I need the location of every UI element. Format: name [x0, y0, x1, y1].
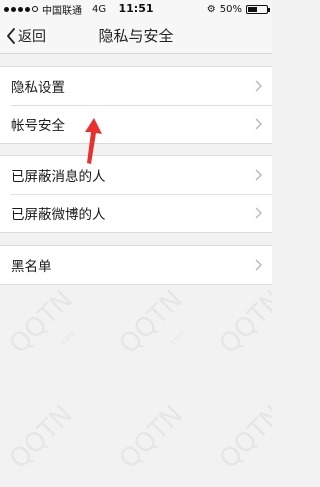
watermark-suffix-2: .com — [167, 328, 187, 348]
watermark-brand-2: QQTN — [114, 285, 189, 360]
chevron-right-icon — [255, 80, 262, 92]
watermark-brand-3: QQTN — [214, 285, 272, 360]
row-label: 已屏蔽消息的人 — [11, 169, 106, 185]
battery-icon — [246, 4, 270, 14]
page-title: 隐私与安全 — [98, 27, 174, 45]
navigation-bar: 返回 隐私与安全 — [0, 18, 272, 54]
blocked-messages-row[interactable]: 已屏蔽消息的人 — [0, 156, 272, 194]
row-label: 帐号安全 — [11, 118, 65, 134]
watermark-brand-6: QQTN — [214, 400, 272, 475]
row-label: 已屏蔽微博的人 — [11, 207, 106, 223]
watermark-brand-5: QQTN — [114, 400, 189, 475]
status-bar-right: ⚙ 50% — [206, 0, 270, 18]
account-security-row[interactable]: 帐号安全 — [0, 105, 272, 143]
row-label: 隐私设置 — [11, 80, 65, 96]
chevron-right-icon — [255, 207, 262, 219]
settings-group-blocked: 已屏蔽消息的人 已屏蔽微博的人 — [0, 155, 272, 233]
chevron-right-icon — [255, 118, 262, 130]
blocked-weibo-row[interactable]: 已屏蔽微博的人 — [0, 194, 272, 232]
watermark: QQTN QQTN QQTN QQTN QQTN QQTN .com .com — [4, 285, 272, 475]
row-label: 黑名单 — [11, 259, 52, 275]
chevron-right-icon — [255, 259, 262, 271]
battery-fill — [248, 6, 257, 12]
status-bar: 中国联通 4G 11:51 ⚙ 50% — [0, 0, 272, 18]
orientation-lock-icon: ⚙ — [206, 3, 216, 15]
settings-group-privacy: 隐私设置 帐号安全 — [0, 66, 272, 144]
settings-group-blacklist: 黑名单 — [0, 245, 272, 285]
watermark-brand-1: QQTN — [4, 285, 79, 360]
privacy-settings-row[interactable]: 隐私设置 — [0, 67, 272, 105]
battery-percent: 50% — [219, 3, 242, 15]
watermark-suffix-1: .com — [57, 328, 77, 348]
red-arrow-up-icon — [85, 118, 102, 164]
watermark-brand-4: QQTN — [4, 400, 79, 475]
blacklist-row[interactable]: 黑名单 — [0, 246, 272, 284]
chevron-right-icon — [255, 169, 262, 181]
